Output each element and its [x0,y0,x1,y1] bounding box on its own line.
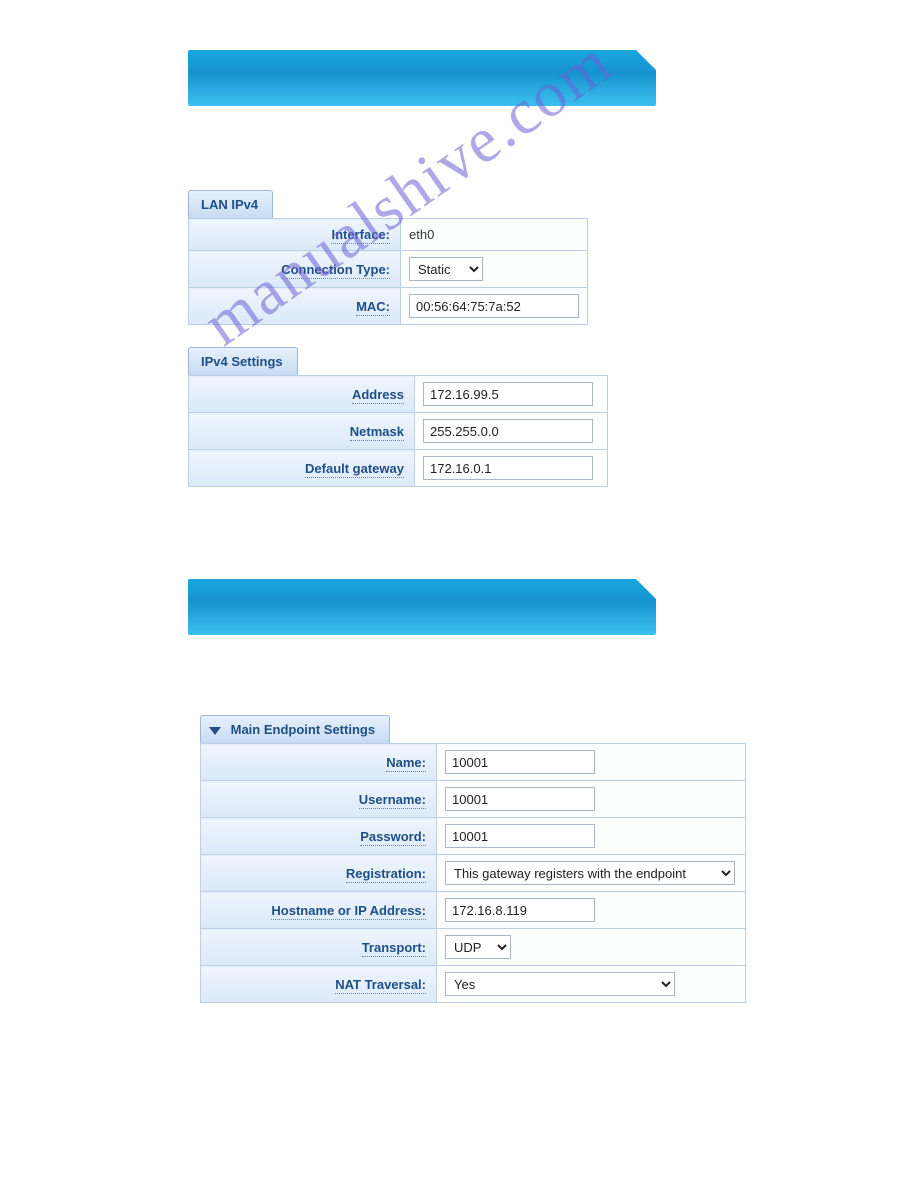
tab-lan-ipv4-label: LAN IPv4 [201,197,258,212]
mac-label: MAC: [356,299,390,316]
ep-transport-label: Transport: [362,940,426,957]
gateway-label: Default gateway [305,461,404,478]
ep-host-label: Hostname or IP Address: [271,903,426,920]
table-row: Password: [201,818,746,855]
ep-name-input[interactable] [445,750,595,774]
ep-nat-label: NAT Traversal: [335,977,426,994]
ipv4-settings-table: Address Netmask Default gateway [188,375,608,487]
ep-name-label: Name: [386,755,426,772]
tab-main-endpoint[interactable]: Main Endpoint Settings [200,715,390,743]
table-row: Netmask [189,413,608,450]
interface-value: eth0 [409,227,434,242]
endpoint-table: Name: Username: Password: Registration: … [200,743,746,1003]
ep-registration-select[interactable]: This gateway registers with the endpoint [445,861,735,885]
lan-ipv4-table: Interface: eth0 Connection Type: Static … [188,218,588,325]
table-row: Address [189,376,608,413]
banner-middle [188,579,656,635]
ep-username-label: Username: [359,792,426,809]
interface-label: Interface: [331,227,390,244]
connection-type-select[interactable]: Static [409,257,483,281]
table-row: Username: [201,781,746,818]
chevron-down-icon [209,727,221,735]
ep-host-input[interactable] [445,898,595,922]
table-row: Transport: UDP [201,929,746,966]
tab-main-endpoint-label: Main Endpoint Settings [231,722,375,737]
table-row: Registration: This gateway registers wit… [201,855,746,892]
ep-nat-select[interactable]: Yes [445,972,675,996]
ep-password-input[interactable] [445,824,595,848]
mac-input[interactable] [409,294,579,318]
table-row: MAC: [189,288,588,325]
netmask-input[interactable] [423,419,593,443]
address-label: Address [352,387,404,404]
table-row: Name: [201,744,746,781]
table-row: Interface: eth0 [189,219,588,251]
tab-ipv4-settings[interactable]: IPv4 Settings [188,347,298,375]
ep-transport-select[interactable]: UDP [445,935,511,959]
tab-ipv4-settings-label: IPv4 Settings [201,354,283,369]
table-row: Default gateway [189,450,608,487]
banner-top [188,50,656,106]
ep-registration-label: Registration: [346,866,426,883]
ep-password-label: Password: [360,829,426,846]
tab-lan-ipv4[interactable]: LAN IPv4 [188,190,273,218]
netmask-label: Netmask [350,424,404,441]
table-row: NAT Traversal: Yes [201,966,746,1003]
table-row: Hostname or IP Address: [201,892,746,929]
table-row: Connection Type: Static [189,251,588,288]
ep-username-input[interactable] [445,787,595,811]
gateway-input[interactable] [423,456,593,480]
connection-type-label: Connection Type: [281,262,390,279]
address-input[interactable] [423,382,593,406]
